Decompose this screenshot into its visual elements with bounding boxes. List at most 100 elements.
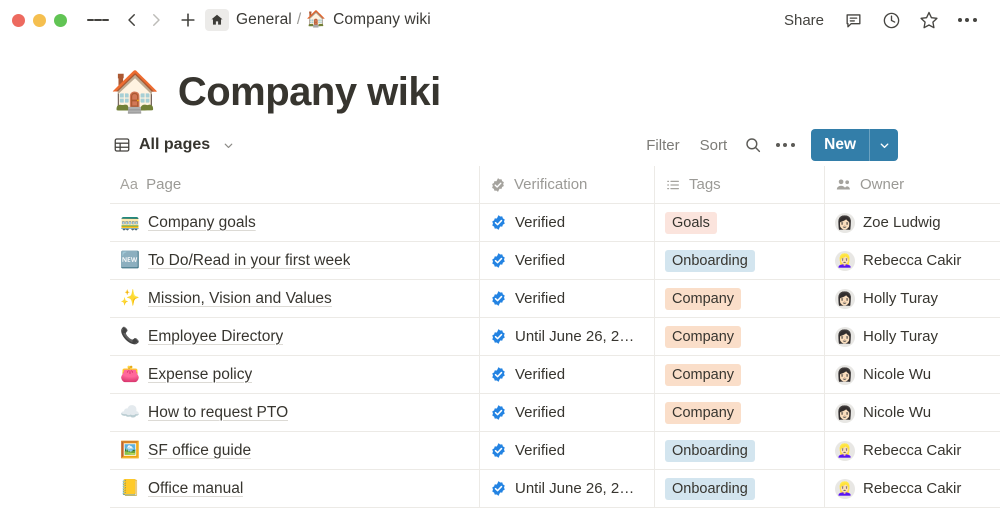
cell-owner[interactable]: 👩🏻 Nicole Wu [825, 356, 1000, 393]
database-more-options-icon[interactable] [769, 130, 801, 160]
tag-badge[interactable]: Onboarding [665, 477, 755, 500]
cell-owner[interactable]: 👩🏻 Nicole Wu [825, 394, 1000, 431]
verification-text: Until June 26, 2… [515, 480, 635, 497]
sort-button[interactable]: Sort [690, 131, 738, 160]
tag-badge[interactable]: Company [665, 401, 742, 424]
minimize-window-button[interactable] [33, 13, 46, 27]
cell-page[interactable]: 👛 Expense policy [110, 356, 480, 393]
cell-page[interactable]: ☁️ How to request PTO [110, 394, 480, 431]
cell-page[interactable]: 🖼️ SF office guide [110, 432, 480, 469]
avatar: 👩🏻 [835, 402, 855, 423]
page-link[interactable]: How to request PTO [148, 404, 288, 422]
cell-verification[interactable]: Verified [480, 394, 655, 431]
cell-verification[interactable]: Verified [480, 356, 655, 393]
cell-page[interactable]: 🆕 To Do/Read in your first week [110, 242, 480, 279]
page-link[interactable]: Office manual [148, 480, 243, 498]
cell-tags[interactable]: Onboarding [655, 432, 825, 469]
database-table: Aa Page Verification Tags Owner 🚃 Compan… [0, 166, 1000, 508]
tag-badge[interactable]: Company [665, 363, 742, 386]
cell-verification[interactable]: Verified [480, 242, 655, 279]
verified-badge-icon [490, 404, 507, 421]
cell-owner[interactable]: 👩🏻 Holly Turay [825, 318, 1000, 355]
tag-badge[interactable]: Onboarding [665, 249, 755, 272]
page-link[interactable]: Company goals [148, 214, 256, 232]
table-row[interactable]: ☁️ How to request PTO Verified Company 👩🏻 Nic… [110, 394, 1000, 432]
back-navigation-icon[interactable] [121, 6, 143, 34]
cell-page[interactable]: 📒 Office manual [110, 470, 480, 507]
cell-tags[interactable]: Onboarding [655, 242, 825, 279]
zoom-window-button[interactable] [54, 13, 67, 27]
table-row[interactable]: 📞 Employee Directory Until June 26, 2… Comp… [110, 318, 1000, 356]
breadcrumb-current-emoji: 🏠 [306, 11, 327, 28]
cell-owner[interactable]: 👱🏻‍♀️ Rebecca Cakir [825, 432, 1000, 469]
clock-icon[interactable] [872, 5, 910, 35]
column-header-owner[interactable]: Owner [825, 166, 1000, 203]
column-header-page[interactable]: Aa Page [110, 166, 480, 203]
multi-select-icon [665, 177, 681, 193]
cell-page[interactable]: 📞 Employee Directory [110, 318, 480, 355]
avatar: 👱🏻‍♀️ [835, 478, 855, 499]
page-emoji-icon: 📞 [120, 327, 140, 345]
more-options-icon[interactable] [948, 5, 986, 35]
share-button[interactable]: Share [774, 8, 834, 33]
new-page-button[interactable]: New [811, 129, 898, 161]
new-button-chevron-down-icon[interactable] [870, 129, 898, 161]
view-name-label: All pages [139, 136, 211, 153]
column-header-verification[interactable]: Verification [480, 166, 655, 203]
cell-tags[interactable]: Onboarding [655, 470, 825, 507]
column-header-tags[interactable]: Tags [655, 166, 825, 203]
avatar: 👩🏻 [835, 326, 855, 347]
cell-verification[interactable]: Verified [480, 280, 655, 317]
page-link[interactable]: To Do/Read in your first week [148, 252, 350, 270]
chevron-down-icon[interactable] [222, 139, 235, 152]
page-link[interactable]: Mission, Vision and Values [148, 290, 332, 308]
owner-name: Nicole Wu [863, 404, 932, 421]
cell-tags[interactable]: Company [655, 280, 825, 317]
table-row[interactable]: 🆕 To Do/Read in your first week Verified On… [110, 242, 1000, 280]
cell-page[interactable]: ✨ Mission, Vision and Values [110, 280, 480, 317]
cell-owner[interactable]: 👩🏻 Holly Turay [825, 280, 1000, 317]
breadcrumb-current[interactable]: Company wiki [333, 11, 431, 29]
forward-navigation-icon[interactable] [145, 6, 167, 34]
avatar: 👩🏻 [835, 288, 855, 309]
table-header-row: Aa Page Verification Tags Owner [110, 166, 1000, 204]
table-row[interactable]: 🖼️ SF office guide Verified Onboarding 👱🏻‍♀️… [110, 432, 1000, 470]
cell-tags[interactable]: Company [655, 318, 825, 355]
page-link[interactable]: SF office guide [148, 442, 251, 460]
comment-icon[interactable] [834, 5, 872, 35]
breadcrumb-parent[interactable]: General [236, 11, 292, 29]
tag-badge[interactable]: Company [665, 325, 742, 348]
sidebar-toggle-icon[interactable] [87, 9, 109, 31]
verified-badge-icon [490, 366, 507, 383]
cell-verification[interactable]: Until June 26, 2… [480, 470, 655, 507]
cell-owner[interactable]: 👩🏻 Zoe Ludwig [825, 204, 1000, 241]
tag-badge[interactable]: Company [665, 287, 742, 310]
table-row[interactable]: 🚃 Company goals Verified Goals 👩🏻 Zoe Ludwig [110, 204, 1000, 242]
filter-button[interactable]: Filter [636, 131, 689, 160]
cell-verification[interactable]: Verified [480, 204, 655, 241]
page-title[interactable]: Company wiki [178, 71, 441, 113]
page-link[interactable]: Employee Directory [148, 328, 283, 346]
table-row[interactable]: 👛 Expense policy Verified Company 👩🏻 Nicole W… [110, 356, 1000, 394]
cell-tags[interactable]: Company [655, 394, 825, 431]
cell-page[interactable]: 🚃 Company goals [110, 204, 480, 241]
view-tab-all-pages[interactable]: All pages [113, 136, 235, 154]
search-icon[interactable] [737, 130, 769, 160]
table-row[interactable]: ✨ Mission, Vision and Values Verified Compa… [110, 280, 1000, 318]
breadcrumb-home-button[interactable] [205, 9, 229, 31]
cell-tags[interactable]: Company [655, 356, 825, 393]
tag-badge[interactable]: Goals [665, 211, 717, 234]
tag-badge[interactable]: Onboarding [665, 439, 755, 462]
cell-owner[interactable]: 👱🏻‍♀️ Rebecca Cakir [825, 242, 1000, 279]
cell-tags[interactable]: Goals [655, 204, 825, 241]
star-icon[interactable] [910, 5, 948, 35]
cell-owner[interactable]: 👱🏻‍♀️ Rebecca Cakir [825, 470, 1000, 507]
page-link[interactable]: Expense policy [148, 366, 252, 384]
close-window-button[interactable] [12, 13, 25, 27]
new-page-icon[interactable] [175, 6, 201, 34]
page-header: 🏠 Company wiki [0, 40, 1000, 118]
cell-verification[interactable]: Verified [480, 432, 655, 469]
table-row[interactable]: 📒 Office manual Until June 26, 2… Onboardin… [110, 470, 1000, 508]
page-emoji-icon[interactable]: 🏠 [110, 72, 160, 112]
cell-verification[interactable]: Until June 26, 2… [480, 318, 655, 355]
